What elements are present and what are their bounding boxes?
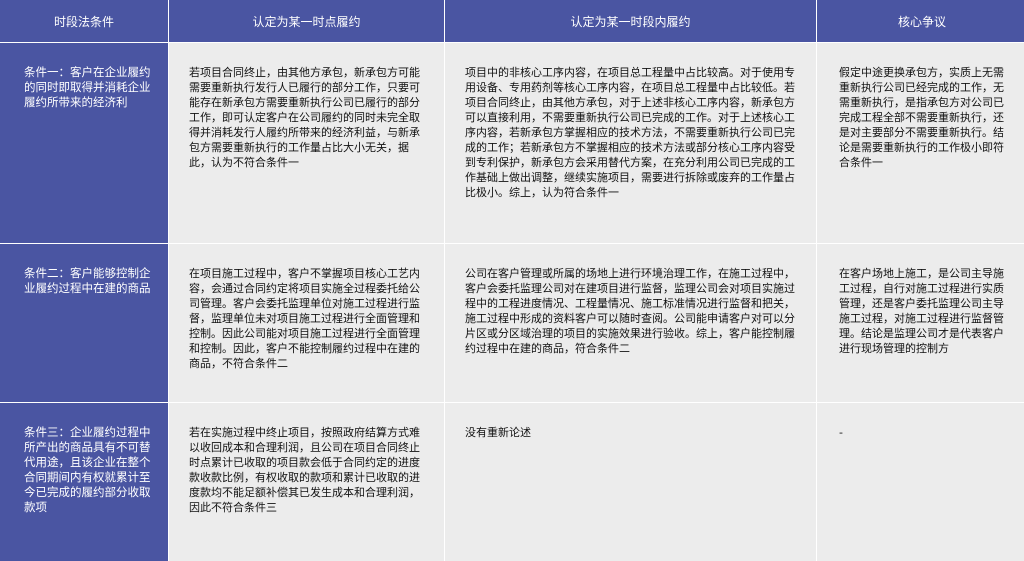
row2-over-time: 公司在客户管理或所属的场地上进行环境治理工作，在施工过程中，客户会委托监理公司对…: [445, 244, 816, 402]
row1-over-time: 项目中的非核心工序内容，在项目总工程量中占比较高。对于使用专用设备、专用药剂等核…: [445, 43, 816, 243]
header-condition: 时段法条件: [0, 0, 168, 42]
row1-dispute: 假定中途更换承包方，实质上无需重新执行公司已经完成的工作，无需重新执行，是指承包…: [817, 43, 1024, 243]
comparison-table: 时段法条件 认定为某一时点履约 认定为某一时段内履约 核心争议 条件一：客户在企…: [0, 0, 1024, 561]
header-core-dispute: 核心争议: [817, 0, 1024, 42]
row2-condition: 条件二：客户能够控制企业履约过程中在建的商品: [0, 244, 168, 402]
row3-over-time: 没有重新论述: [445, 403, 816, 561]
row3-dispute: -: [817, 403, 1024, 561]
row1-condition: 条件一：客户在企业履约的同时即取得并消耗企业履约所带来的经济利: [0, 43, 168, 243]
row3-point-in-time: 若在实施过程中终止项目，按照政府结算方式难以收回成本和合理利润，且公司在项目合同…: [169, 403, 444, 561]
row3-condition: 条件三：企业履约过程中所产出的商品具有不可替代用途，且该企业在整个合同期间内有权…: [0, 403, 168, 561]
row2-point-in-time: 在项目施工过程中，客户不掌握项目核心工艺内容，会通过合同约定将项目实施全过程委托…: [169, 244, 444, 402]
header-over-time: 认定为某一时段内履约: [445, 0, 816, 42]
row1-point-in-time: 若项目合同终止，由其他方承包，新承包方可能需要重新执行发行人已履行的部分工作，只…: [169, 43, 444, 243]
row2-dispute: 在客户场地上施工，是公司主导施工过程，自行对施工过程进行实质管理，还是客户委托监…: [817, 244, 1024, 402]
header-point-in-time: 认定为某一时点履约: [169, 0, 444, 42]
